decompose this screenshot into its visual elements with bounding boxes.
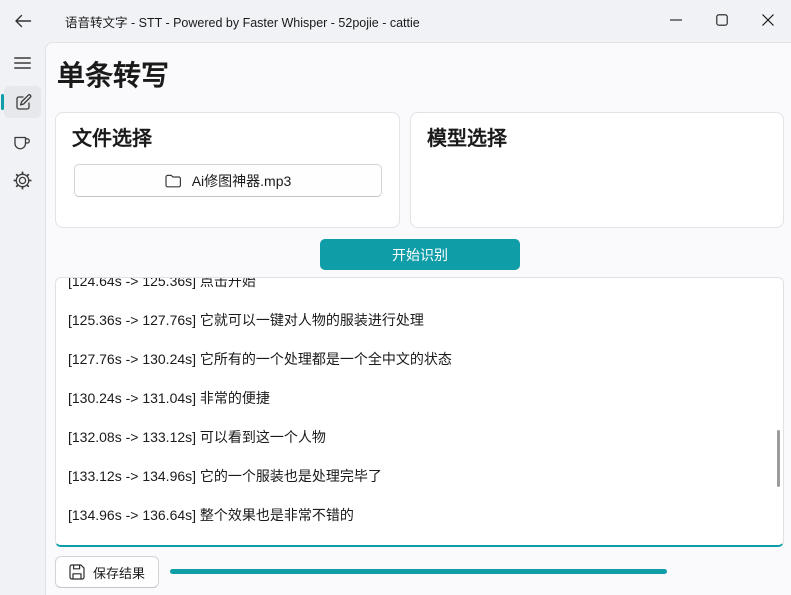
save-button-label: 保存结果 bbox=[93, 563, 145, 582]
file-name-label: Ai修图神器.mp3 bbox=[192, 171, 292, 191]
back-button[interactable] bbox=[8, 9, 38, 33]
folder-icon bbox=[165, 174, 182, 188]
menu-icon bbox=[14, 57, 31, 69]
file-select-card: 文件选择 Ai修图神器.mp3 bbox=[55, 112, 400, 228]
results-textbox[interactable]: [124.64s -> 125.36s] 点击开始 [125.36s -> 12… bbox=[55, 277, 784, 547]
sidebar-nav bbox=[0, 42, 45, 595]
result-line: [125.36s -> 127.76s] 它就可以一键对人物的服装进行处理 bbox=[68, 301, 771, 340]
sidebar-item-settings[interactable] bbox=[4, 164, 41, 196]
app-window: 语音转文字 - STT - Powered by Faster Whisper … bbox=[0, 0, 791, 595]
maximize-icon bbox=[716, 14, 728, 26]
nav-menu-button[interactable] bbox=[4, 48, 41, 78]
result-line: [132.08s -> 133.12s] 可以看到这一个人物 bbox=[68, 418, 771, 457]
result-line: [133.12s -> 134.96s] 它的一个服装也是处理完毕了 bbox=[68, 457, 771, 496]
progress-bar-fill bbox=[170, 569, 667, 574]
save-icon bbox=[69, 564, 85, 580]
result-line: [134.96s -> 136.64s] 整个效果也是非常不错的 bbox=[68, 496, 771, 535]
results-content: [124.64s -> 125.36s] 点击开始 [125.36s -> 12… bbox=[56, 277, 783, 535]
scrollbar-thumb[interactable] bbox=[777, 430, 780, 487]
file-card-title: 文件选择 bbox=[72, 122, 152, 151]
maximize-button[interactable] bbox=[699, 0, 745, 40]
close-button[interactable] bbox=[745, 0, 791, 40]
result-line: [130.24s -> 131.04s] 非常的便捷 bbox=[68, 379, 771, 418]
page-title: 单条转写 bbox=[57, 54, 169, 94]
cup-icon bbox=[13, 134, 32, 150]
file-picker-button[interactable]: Ai修图神器.mp3 bbox=[74, 164, 382, 197]
result-line: [124.64s -> 125.36s] 点击开始 bbox=[68, 277, 771, 301]
titlebar: 语音转文字 - STT - Powered by Faster Whisper … bbox=[0, 0, 791, 42]
back-arrow-icon bbox=[15, 14, 32, 28]
minimize-button[interactable] bbox=[653, 0, 699, 40]
edit-icon bbox=[14, 93, 32, 111]
result-line: [127.76s -> 130.24s] 它所有的一个处理都是一个全中文的状态 bbox=[68, 340, 771, 379]
minimize-icon bbox=[670, 19, 682, 21]
save-results-button[interactable]: 保存结果 bbox=[55, 556, 159, 588]
model-select-card: 模型选择 small: 最快，识别精度较低【模型大小约500MB】 medium… bbox=[410, 112, 784, 228]
gear-icon bbox=[13, 171, 32, 190]
start-recognition-button[interactable]: 开始识别 bbox=[320, 239, 520, 270]
window-title: 语音转文字 - STT - Powered by Faster Whisper … bbox=[65, 0, 420, 42]
progress-bar bbox=[170, 569, 784, 574]
sidebar-item-donate[interactable] bbox=[4, 126, 41, 158]
model-card-title: 模型选择 bbox=[427, 122, 507, 151]
sidebar-item-transcribe[interactable] bbox=[4, 86, 41, 118]
close-icon bbox=[762, 14, 774, 26]
